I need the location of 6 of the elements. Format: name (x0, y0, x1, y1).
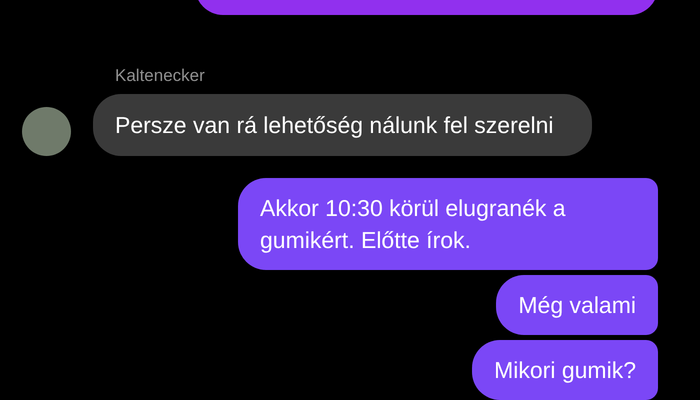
message-bubble: Még valami (496, 275, 658, 335)
avatar[interactable] (22, 107, 71, 156)
sender-name: Kaltenecker (115, 64, 206, 86)
message-bubble: Mikori gumik? (472, 340, 658, 400)
message-bubble: Persze van rá lehetőség nálunk fel szerelni (93, 94, 592, 156)
message-bubble: Akkor 10:30 körül elugranék a gumikért. Előtte írok. (238, 178, 658, 270)
